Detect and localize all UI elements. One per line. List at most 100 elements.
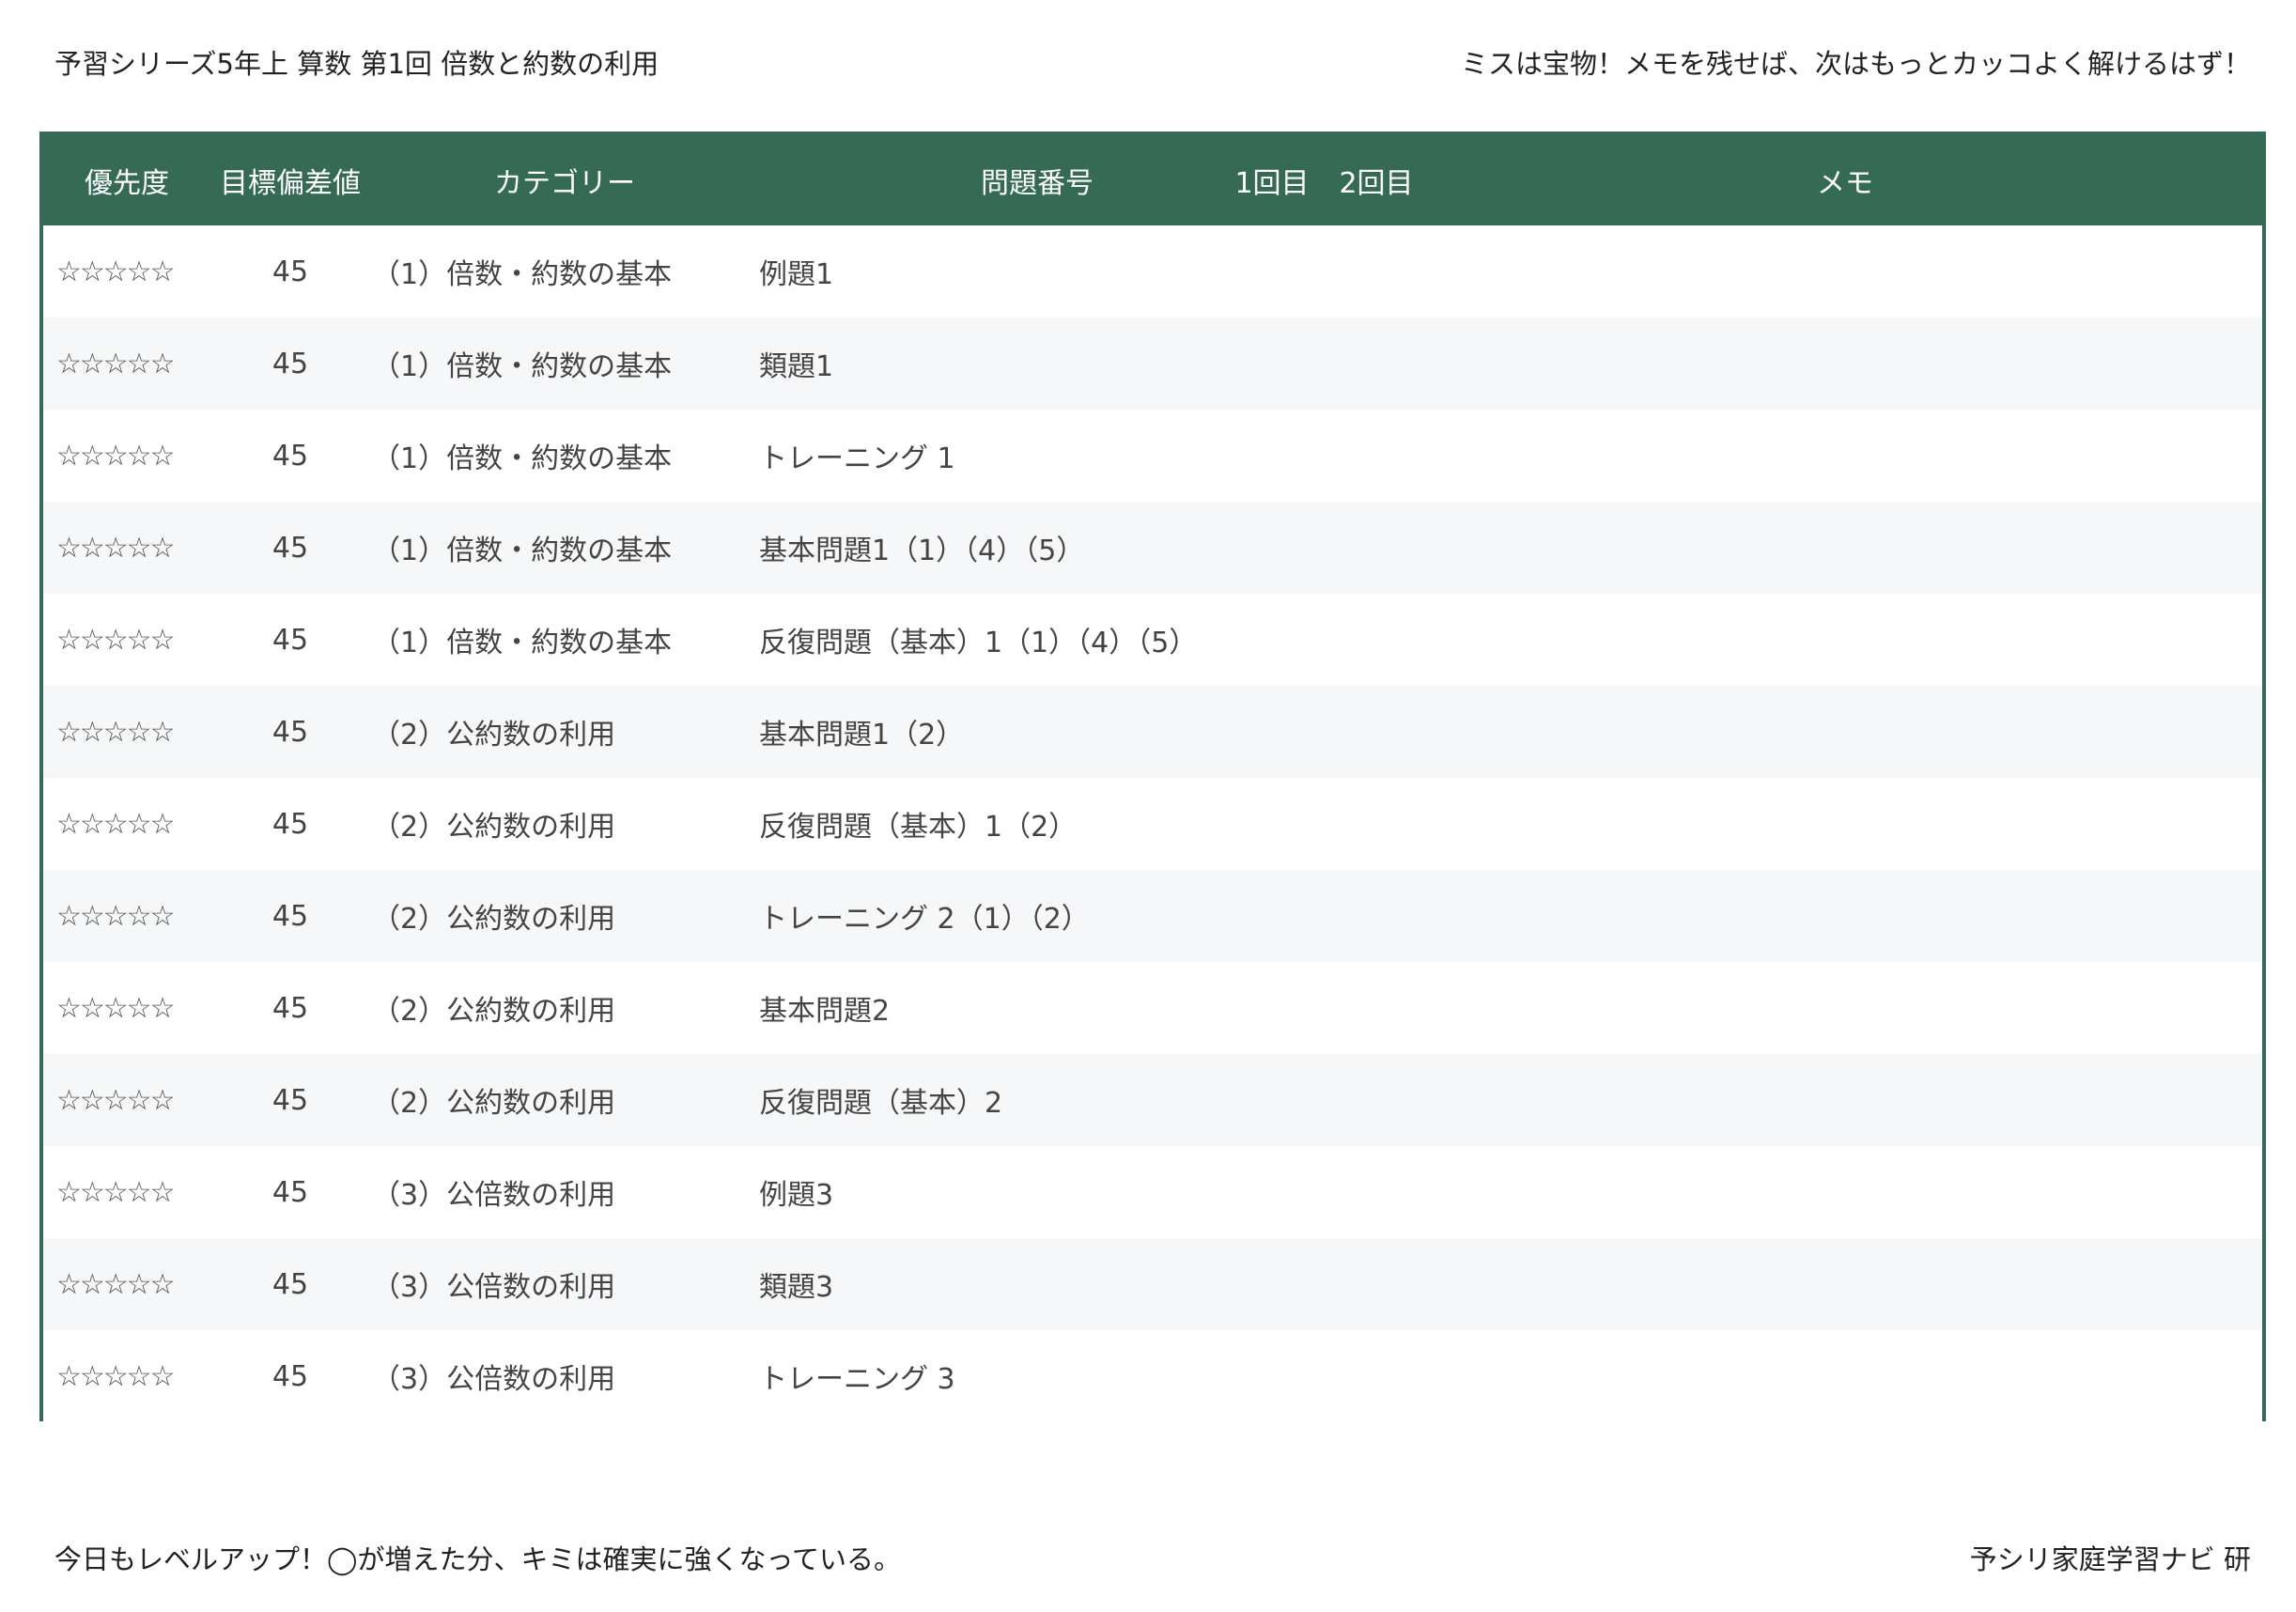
round1-cell[interactable]: [1219, 1054, 1325, 1146]
motto-text: ミスは宝物！メモを残せば、次はもっとカッコよく解けるはず！: [1460, 48, 2251, 80]
target-deviation: 45: [271, 531, 309, 565]
table-row: ☆☆☆☆☆ 45 （2）公約数の利用 反復問題（基本）2: [43, 1054, 2262, 1146]
priority-stars[interactable]: ☆☆☆☆☆: [43, 870, 210, 962]
problem-number: 例題3: [759, 1179, 834, 1212]
priority-stars[interactable]: ☆☆☆☆☆: [43, 1054, 210, 1146]
table-row: ☆☆☆☆☆ 45 （3）公倍数の利用 類題3: [43, 1238, 2262, 1330]
memo-cell[interactable]: [1428, 778, 2262, 870]
problem-number: 類題1: [759, 350, 834, 383]
memo-cell[interactable]: [1428, 1146, 2262, 1238]
round1-cell[interactable]: [1219, 410, 1325, 502]
round1-cell[interactable]: [1219, 594, 1325, 686]
priority-stars[interactable]: ☆☆☆☆☆: [43, 225, 210, 318]
round2-cell[interactable]: [1325, 1146, 1428, 1238]
round2-cell[interactable]: [1325, 225, 1428, 318]
memo-cell[interactable]: [1428, 1330, 2262, 1421]
priority-stars[interactable]: ☆☆☆☆☆: [43, 594, 210, 686]
memo-cell[interactable]: [1428, 410, 2262, 502]
priority-stars[interactable]: ☆☆☆☆☆: [43, 1330, 210, 1421]
round2-cell[interactable]: [1325, 410, 1428, 502]
target-deviation: 45: [271, 1359, 309, 1393]
memo-cell[interactable]: [1428, 1054, 2262, 1146]
memo-cell[interactable]: [1428, 686, 2262, 778]
round1-cell[interactable]: [1219, 318, 1325, 410]
target-deviation: 45: [271, 1175, 309, 1209]
problem-number: 反復問題（基本）2: [759, 1087, 1003, 1120]
category: （2）公約数の利用: [372, 811, 616, 844]
category: （2）公約数の利用: [372, 903, 616, 936]
column-header-priority: 優先度: [85, 167, 169, 200]
priority-stars[interactable]: ☆☆☆☆☆: [43, 502, 210, 594]
priority-stars[interactable]: ☆☆☆☆☆: [43, 962, 210, 1054]
table-row: ☆☆☆☆☆ 45 （1）倍数・約数の基本 基本問題1（1）（4）（5）: [43, 502, 2262, 594]
memo-cell[interactable]: [1428, 594, 2262, 686]
target-deviation: 45: [271, 623, 309, 657]
round2-cell[interactable]: [1325, 318, 1428, 410]
round1-cell[interactable]: [1219, 1330, 1325, 1421]
problem-number: 反復問題（基本）1（1）（4）（5）: [759, 627, 1198, 659]
memo-cell[interactable]: [1428, 318, 2262, 410]
problem-table: 優先度 目標偏差値 カテゴリー 問題番号 1回目 2回目 メモ ☆☆☆☆☆ 45…: [43, 135, 2262, 1421]
table-row: ☆☆☆☆☆ 45 （1）倍数・約数の基本 類題1: [43, 318, 2262, 410]
target-deviation: 45: [271, 1267, 309, 1301]
memo-cell[interactable]: [1428, 502, 2262, 594]
round1-cell[interactable]: [1219, 1146, 1325, 1238]
table-row: ☆☆☆☆☆ 45 （2）公約数の利用 トレーニング 2（1）（2）: [43, 870, 2262, 962]
category: （1）倍数・約数の基本: [372, 535, 673, 567]
problem-number: 反復問題（基本）1（2）: [759, 811, 1078, 844]
memo-cell[interactable]: [1428, 962, 2262, 1054]
target-deviation: 45: [271, 991, 309, 1025]
problem-number: トレーニング 1: [759, 442, 955, 475]
problem-number: 例題1: [759, 258, 834, 291]
round2-cell[interactable]: [1325, 1238, 1428, 1330]
category: （1）倍数・約数の基本: [372, 258, 673, 291]
column-header-memo: メモ: [1817, 167, 1873, 200]
table-row: ☆☆☆☆☆ 45 （1）倍数・約数の基本 例題1: [43, 225, 2262, 318]
table-row: ☆☆☆☆☆ 45 （2）公約数の利用 基本問題1（2）: [43, 686, 2262, 778]
category: （3）公倍数の利用: [372, 1271, 616, 1304]
problem-number: トレーニング 2（1）（2）: [759, 903, 1090, 936]
table-row: ☆☆☆☆☆ 45 （3）公倍数の利用 例題3: [43, 1146, 2262, 1238]
table-body: ☆☆☆☆☆ 45 （1）倍数・約数の基本 例題1 ☆☆☆☆☆ 45 （1）倍数・…: [43, 225, 2262, 1421]
round1-cell[interactable]: [1219, 686, 1325, 778]
round2-cell[interactable]: [1325, 594, 1428, 686]
column-header-round1: 1回目: [1234, 167, 1310, 200]
category: （1）倍数・約数の基本: [372, 350, 673, 383]
round2-cell[interactable]: [1325, 502, 1428, 594]
round2-cell[interactable]: [1325, 686, 1428, 778]
memo-cell[interactable]: [1428, 870, 2262, 962]
round1-cell[interactable]: [1219, 225, 1325, 318]
problem-number: 基本問題1（1）（4）（5）: [759, 535, 1085, 567]
round2-cell[interactable]: [1325, 1330, 1428, 1421]
page-footer: 今日もレベルアップ！◯が増えた分、キミは確実に強くなっている。 予シリ家庭学習ナ…: [54, 1537, 2251, 1578]
round1-cell[interactable]: [1219, 870, 1325, 962]
round2-cell[interactable]: [1325, 1054, 1428, 1146]
round1-cell[interactable]: [1219, 502, 1325, 594]
priority-stars[interactable]: ☆☆☆☆☆: [43, 318, 210, 410]
table-row: ☆☆☆☆☆ 45 （1）倍数・約数の基本 反復問題（基本）1（1）（4）（5）: [43, 594, 2262, 686]
review-sheet: 優先度 目標偏差値 カテゴリー 問題番号 1回目 2回目 メモ ☆☆☆☆☆ 45…: [39, 132, 2266, 1421]
priority-stars[interactable]: ☆☆☆☆☆: [43, 410, 210, 502]
round1-cell[interactable]: [1219, 778, 1325, 870]
memo-cell[interactable]: [1428, 1238, 2262, 1330]
page-header: 予習シリーズ5年上 算数 第1回 倍数と約数の利用 ミスは宝物！メモを残せば、次…: [54, 41, 2251, 83]
column-header-problem-number: 問題番号: [981, 167, 1094, 200]
round2-cell[interactable]: [1325, 870, 1428, 962]
round1-cell[interactable]: [1219, 1238, 1325, 1330]
round1-cell[interactable]: [1219, 962, 1325, 1054]
category: （2）公約数の利用: [372, 995, 616, 1028]
round2-cell[interactable]: [1325, 962, 1428, 1054]
problem-number: 類題3: [759, 1271, 834, 1304]
table-row: ☆☆☆☆☆ 45 （1）倍数・約数の基本 トレーニング 1: [43, 410, 2262, 502]
target-deviation: 45: [271, 715, 309, 749]
target-deviation: 45: [271, 807, 309, 841]
priority-stars[interactable]: ☆☆☆☆☆: [43, 686, 210, 778]
category: （1）倍数・約数の基本: [372, 627, 673, 659]
priority-stars[interactable]: ☆☆☆☆☆: [43, 778, 210, 870]
page-title: 予習シリーズ5年上 算数 第1回 倍数と約数の利用: [54, 48, 659, 80]
priority-stars[interactable]: ☆☆☆☆☆: [43, 1146, 210, 1238]
target-deviation: 45: [271, 1083, 309, 1117]
memo-cell[interactable]: [1428, 225, 2262, 318]
round2-cell[interactable]: [1325, 778, 1428, 870]
priority-stars[interactable]: ☆☆☆☆☆: [43, 1238, 210, 1330]
